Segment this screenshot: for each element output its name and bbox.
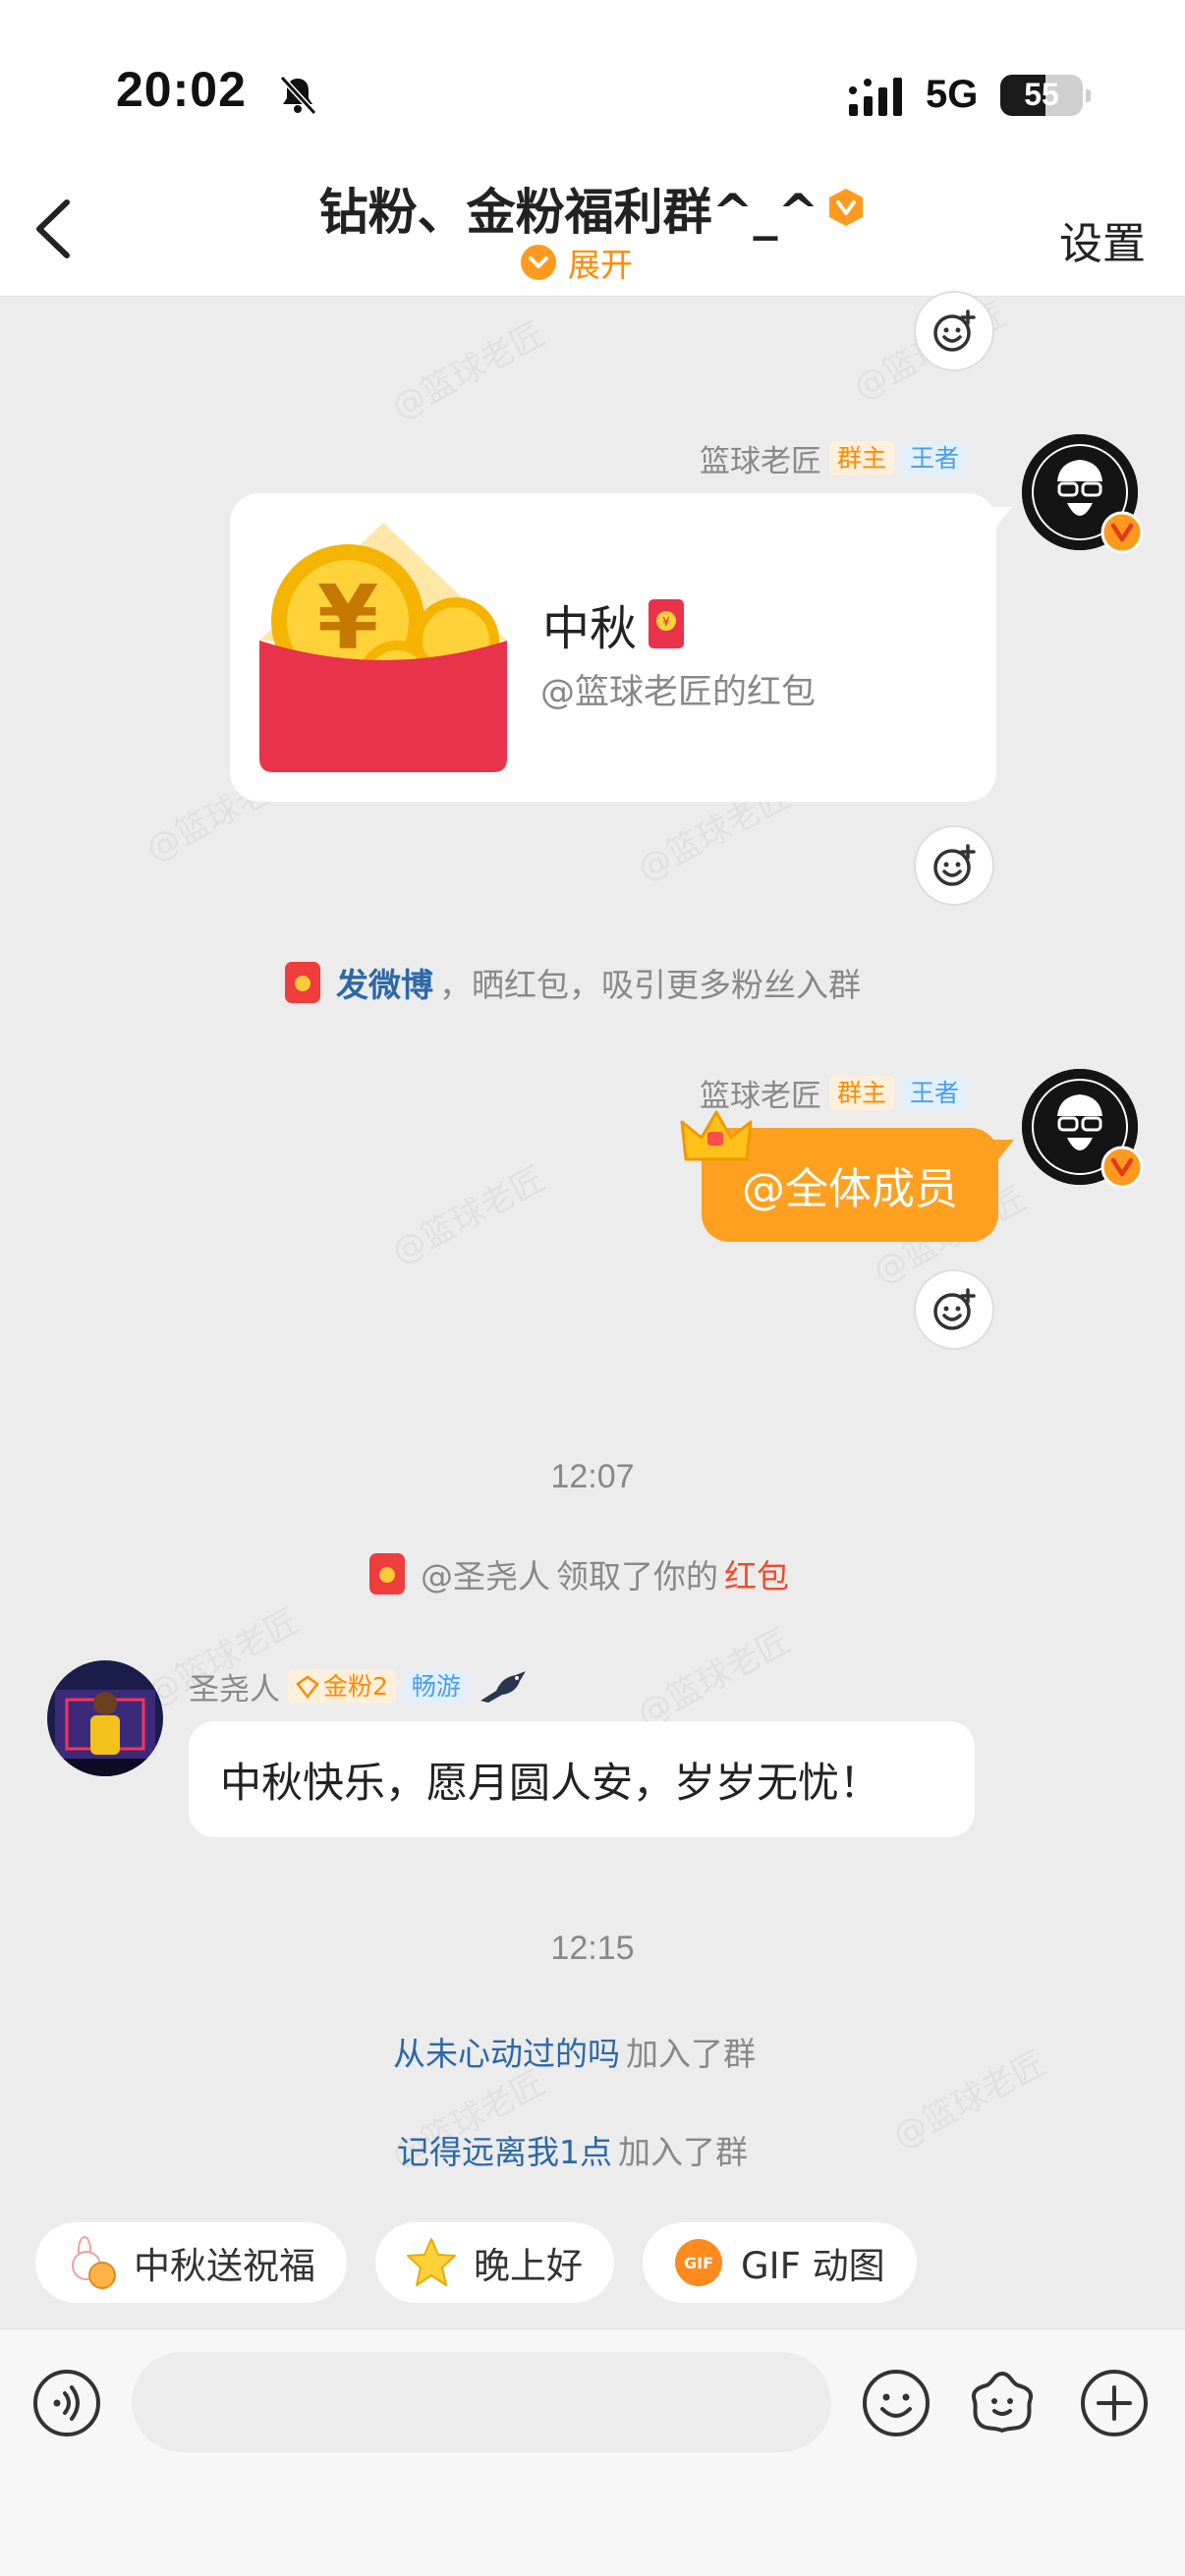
join-text: 加入了群 xyxy=(626,2035,756,2073)
star-icon xyxy=(403,2234,460,2291)
quick-reply-label: 中秋送祝福 xyxy=(134,2245,315,2287)
diamond-icon xyxy=(296,1674,319,1699)
red-packet-small-icon xyxy=(285,962,320,1003)
settings-button[interactable]: 设置 xyxy=(1059,208,1146,271)
avatar[interactable] xyxy=(1022,1069,1144,1189)
claim-user[interactable]: @圣尧人 xyxy=(421,1550,550,1597)
group-title[interactable]: 钻粉、金粉福利群^_^ xyxy=(0,173,1185,244)
verified-badge-icon xyxy=(829,189,864,226)
verified-v-badge-icon xyxy=(1100,511,1144,554)
join-notice: 从未心动过的吗 加入了群 xyxy=(393,2028,756,2075)
emoji-add-icon xyxy=(933,844,976,886)
quick-reply-label: GIF 动图 xyxy=(741,2245,885,2287)
add-icon[interactable] xyxy=(1079,2368,1150,2438)
joined-user[interactable]: 从未心动过的吗 xyxy=(393,2028,620,2075)
claim-text: 领取了你的 xyxy=(556,1557,718,1596)
watermark: @篮球老匠 xyxy=(886,2044,1053,2157)
rank-tag: 王者 xyxy=(902,1075,968,1111)
chevron-down-icon xyxy=(521,245,556,280)
bubble-tail xyxy=(990,1140,1014,1169)
owner-tag: 群主 xyxy=(829,1075,895,1111)
sticker-icon[interactable] xyxy=(967,2368,1038,2438)
watermark: @篮球老匠 xyxy=(385,314,552,428)
claim-red-packet-link[interactable]: 红包 xyxy=(724,1550,789,1597)
quick-reply-good-evening[interactable]: 晚上好 xyxy=(375,2222,614,2303)
message-input[interactable] xyxy=(132,2352,831,2452)
network-label: 5G xyxy=(926,73,979,116)
emoji-icon[interactable] xyxy=(861,2368,931,2438)
red-packet-subtitle: @篮球老匠的红包 xyxy=(540,673,817,712)
avatar-player-icon xyxy=(47,1660,163,1776)
add-reaction-button[interactable] xyxy=(914,825,994,906)
owner-tag: 群主 xyxy=(829,440,895,476)
group-title-text: 钻粉、金粉福利群^_^ xyxy=(318,184,819,241)
battery-icon: 55 xyxy=(1000,75,1091,116)
crown-icon xyxy=(680,1110,753,1161)
emoji-add-icon xyxy=(933,309,976,352)
greeting-message[interactable]: 中秋快乐，愿月圆人安，岁岁无忧！ xyxy=(189,1721,975,1837)
red-envelope-icon: ¥ xyxy=(259,523,507,772)
expand-button[interactable]: 展开 xyxy=(521,240,633,285)
svg-text:GIF: GIF xyxy=(684,2254,713,2272)
red-packet-emoji-icon: ¥ xyxy=(649,599,685,648)
bubble-tail xyxy=(988,507,1012,536)
red-packet-small-icon xyxy=(369,1553,405,1595)
joined-user[interactable]: 记得远离我1点 xyxy=(397,2126,612,2173)
timestamp: 12:15 xyxy=(550,1930,635,1967)
gif-icon: GIF xyxy=(670,2234,727,2291)
join-text: 加入了群 xyxy=(618,2133,748,2171)
watermark: @篮球老匠 xyxy=(385,1159,552,1273)
timestamp: 12:07 xyxy=(550,1458,635,1495)
battery-level: 55 xyxy=(1024,77,1059,112)
add-reaction-button[interactable] xyxy=(914,1269,994,1350)
message-sender: 圣尧人 金粉2 畅游 xyxy=(189,1664,530,1708)
fans-level-tag: 金粉2 xyxy=(288,1668,396,1705)
quick-reply-label: 晚上好 xyxy=(474,2245,583,2287)
bird-icon xyxy=(480,1670,526,1703)
quick-reply-gif[interactable]: GIF GIF 动图 xyxy=(643,2222,917,2303)
verified-v-badge-icon xyxy=(1100,1146,1144,1189)
signal-icon xyxy=(849,78,902,116)
svg-text:¥: ¥ xyxy=(662,615,670,629)
avatar[interactable] xyxy=(47,1660,163,1776)
status-time: 20:02 xyxy=(116,62,247,117)
smooth-tag: 畅游 xyxy=(403,1668,469,1705)
quick-reply-mid-autumn[interactable]: 中秋送祝福 xyxy=(35,2222,347,2303)
join-notice: 记得远离我1点 加入了群 xyxy=(397,2126,748,2173)
rabbit-mooncake-icon xyxy=(63,2234,120,2291)
promo-text: ，晒红包，吸引更多粉丝入群 xyxy=(439,966,861,1004)
red-packet-title: 中秋 ¥ xyxy=(542,589,686,658)
sender-name: 篮球老匠 xyxy=(700,444,821,479)
expand-label: 展开 xyxy=(568,246,633,284)
mute-bell-icon xyxy=(279,75,317,116)
red-packet-title-text: 中秋 xyxy=(542,601,638,656)
sender-name: 圣尧人 xyxy=(189,1672,280,1708)
watermark: @篮球老匠 xyxy=(631,1621,798,1735)
promo-notice: 发微博 ，晒红包，吸引更多粉丝入群 xyxy=(285,959,861,1006)
post-weibo-link[interactable]: 发微博 xyxy=(336,959,433,1006)
message-sender: 篮球老匠 群主 王者 xyxy=(700,436,968,480)
voice-icon[interactable] xyxy=(31,2368,102,2438)
emoji-add-icon xyxy=(933,1288,976,1330)
add-reaction-button[interactable] xyxy=(914,291,994,371)
avatar[interactable] xyxy=(1022,434,1144,554)
claim-notice: @圣尧人 领取了你的 红包 xyxy=(369,1550,789,1597)
rank-tag: 王者 xyxy=(902,440,968,476)
fans-level-label: 金粉2 xyxy=(323,1671,388,1701)
